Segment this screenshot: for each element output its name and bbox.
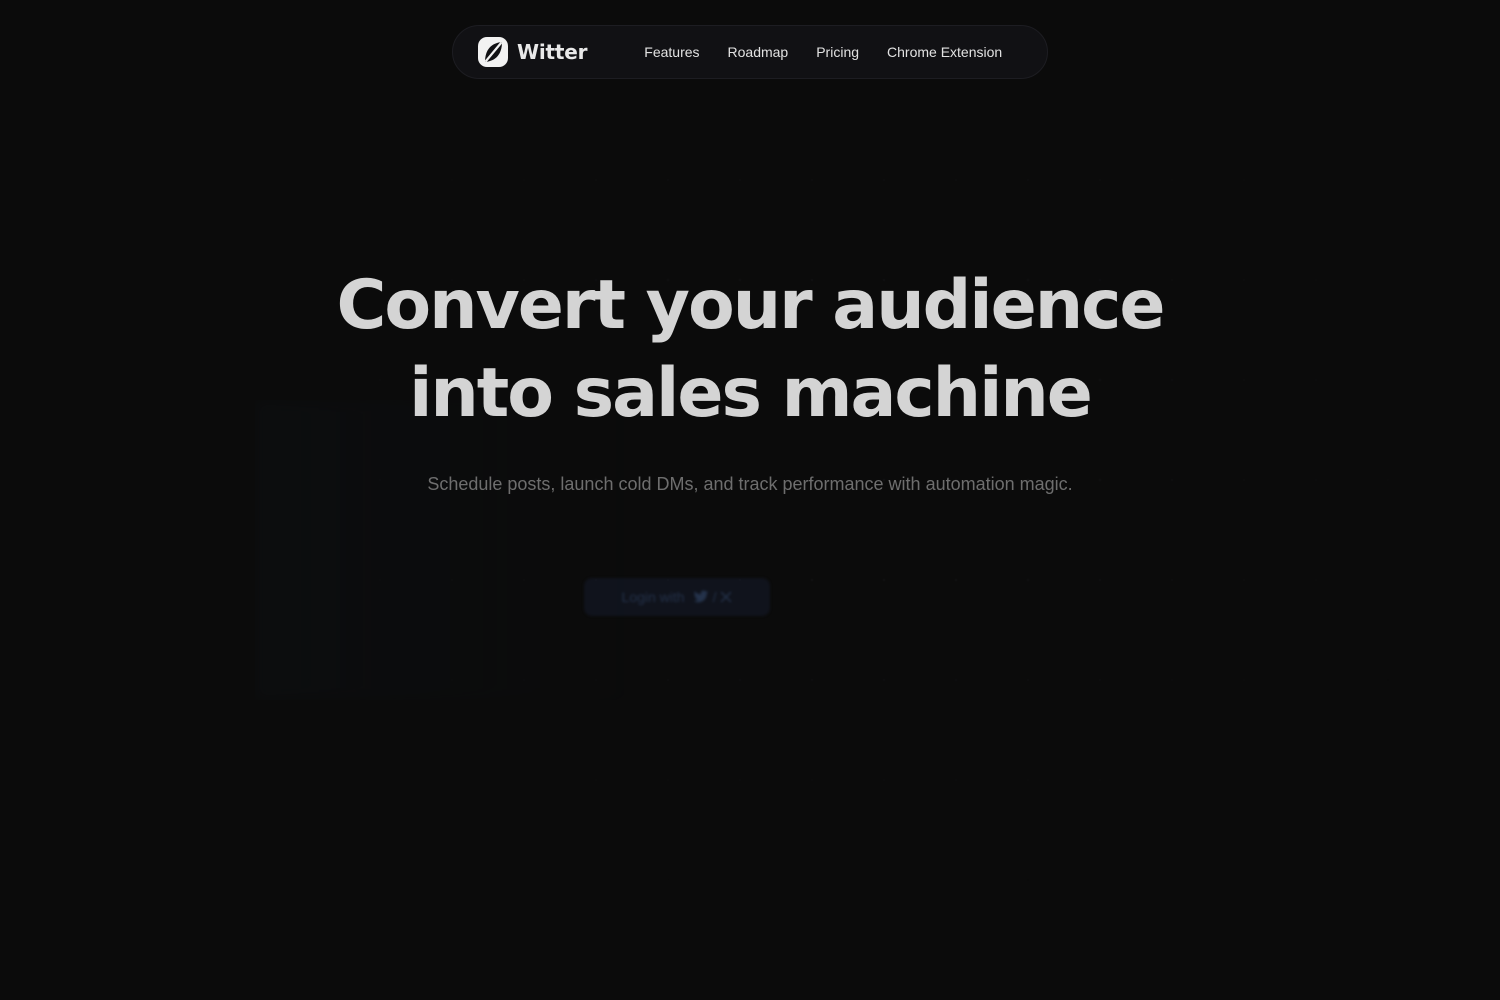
hero-title-line-2: into sales machine bbox=[409, 354, 1093, 433]
brand-name: Witter bbox=[517, 40, 588, 64]
witter-logo-icon bbox=[478, 37, 508, 67]
slash-separator: / bbox=[712, 589, 717, 605]
hero-title: Convert your audience into sales machine bbox=[0, 262, 1500, 438]
hero-subtitle: Schedule posts, launch cold DMs, and tra… bbox=[427, 474, 1073, 494]
login-button[interactable]: Login with / bbox=[584, 578, 770, 616]
nav-link-features[interactable]: Features bbox=[644, 44, 699, 60]
background-tiles bbox=[255, 400, 635, 700]
nav-link-roadmap[interactable]: Roadmap bbox=[728, 44, 789, 60]
login-button-icons: / bbox=[693, 589, 733, 605]
nav-link-pricing[interactable]: Pricing bbox=[816, 44, 859, 60]
x-logo-icon bbox=[721, 591, 732, 603]
brand-link[interactable]: Witter bbox=[477, 36, 587, 68]
nav-links: Features Roadmap Pricing Chrome Extensio… bbox=[644, 44, 1002, 60]
top-navbar: Witter Features Roadmap Pricing Chrome E… bbox=[452, 25, 1048, 79]
login-button-label: Login with bbox=[621, 589, 685, 605]
nav-link-chrome-extension[interactable]: Chrome Extension bbox=[887, 44, 1002, 60]
hero-title-line-1: Convert your audience bbox=[336, 266, 1165, 345]
landing-page: Witter Features Roadmap Pricing Chrome E… bbox=[0, 0, 1500, 1000]
bird-icon bbox=[693, 590, 708, 603]
